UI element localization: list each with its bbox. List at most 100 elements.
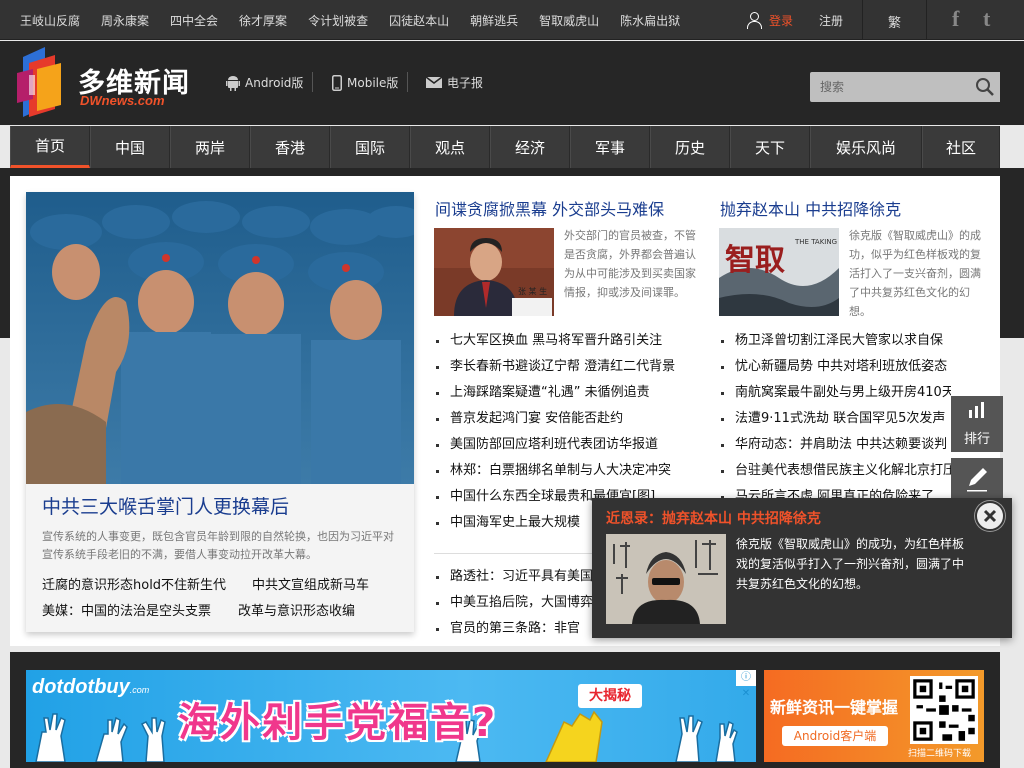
hot-topic-link[interactable]: 陈水扁出狱 xyxy=(620,12,680,29)
hot-topic-link[interactable]: 周永康案 xyxy=(101,12,149,29)
hero-related-link[interactable]: 中共文宣组成新马车 xyxy=(252,574,369,593)
hot-topic-link[interactable]: 徐才厚案 xyxy=(239,12,287,29)
list-item[interactable]: 美国防部回应塔利班代表团访华报道 xyxy=(434,432,698,458)
login-link[interactable]: 登录 xyxy=(769,12,793,29)
nav-item-china[interactable]: 中国 xyxy=(90,126,170,168)
list-item[interactable]: 南航窝案最牛副处与男上级开房410天 xyxy=(719,380,951,406)
ranking-label: 排行 xyxy=(963,432,990,447)
nav-item-home[interactable]: 首页 xyxy=(10,126,90,168)
list-item[interactable]: 上海踩踏案疑遭“礼遇” 未循例追责 xyxy=(434,380,698,406)
user-area: 登录 注册 xyxy=(745,0,843,40)
recommend-popup: 近恩录：抛弃赵本山 中共招降徐克 徐克版《智取威虎山》的成功，为红色样板戏的复活… xyxy=(592,498,1012,638)
hero-image[interactable] xyxy=(26,192,414,484)
facebook-icon[interactable]: f xyxy=(952,6,959,32)
qr-caption: 扫描二维码下载 xyxy=(908,749,972,759)
list-item[interactable]: 普京发起鸿门宴 安倍能否赴约 xyxy=(434,406,698,432)
list-item[interactable]: 中美互掐后院，大国博弈 xyxy=(434,590,594,616)
divider xyxy=(312,72,313,92)
list-item[interactable]: 李长春新书避谈辽宁帮 澄清红二代背景 xyxy=(434,354,698,380)
site-header: 多维新闻 DWnews.com Android版 Mobile版 电子报 xyxy=(0,41,1024,125)
list-item[interactable]: 路透社：习近平具有美国 xyxy=(434,564,594,590)
hero-related-link[interactable]: 美媒：中国的法治是空头支票 xyxy=(42,600,211,619)
ad-banner[interactable]: dotdotbuy.com 海外剁手党福音? 大揭秘 ⓘ ✕ xyxy=(26,670,756,762)
bar-chart-icon xyxy=(969,402,984,418)
app-download-ad[interactable]: 新鲜资讯一键掌握 Android客户端 扫描二维码下载 xyxy=(764,670,984,762)
app-ad-title: 新鲜资讯一键掌握 xyxy=(770,698,899,717)
logo-icon[interactable] xyxy=(15,47,63,119)
ad-brand-suffix: .com xyxy=(129,685,150,695)
mobile-version-label: Mobile版 xyxy=(347,76,399,90)
search-input[interactable] xyxy=(810,72,970,102)
comment-button[interactable] xyxy=(951,458,1003,498)
close-icon xyxy=(983,509,997,523)
epaper-link[interactable]: 电子报 xyxy=(426,74,483,91)
android-app-link[interactable]: Android版 xyxy=(226,74,303,91)
traditional-chinese-toggle[interactable]: 繁 xyxy=(888,12,901,31)
nav-item-hong-kong[interactable]: 香港 xyxy=(250,126,330,168)
ad-brand-name: dotdotbuy xyxy=(32,676,130,698)
search-icon xyxy=(976,78,994,96)
nav-item-economy[interactable]: 经济 xyxy=(490,126,570,168)
hot-topic-link[interactable]: 令计划被查 xyxy=(308,12,368,29)
svg-text:智取: 智取 xyxy=(725,243,785,278)
user-icon[interactable] xyxy=(745,11,763,29)
hero-headline[interactable]: 中共三大喉舌掌门人更换幕后 xyxy=(42,492,289,519)
col3-summary: 徐克版《智取威虎山》的成功，似乎为红色样板戏的复活打入了一支兴奋剂，圆满了中共复… xyxy=(849,229,981,318)
pencil-icon xyxy=(967,468,987,492)
hero-related-link[interactable]: 迁腐的意识形态hold不住新生代 xyxy=(42,574,226,593)
nav-item-community[interactable]: 社区 xyxy=(922,126,1000,168)
list-item[interactable]: 官员的第三条路：非官 xyxy=(434,616,594,642)
col3-headline[interactable]: 抛弃赵本山 中共招降徐克 xyxy=(720,196,901,220)
hero-story: 中共三大喉舌掌门人更换幕后 宣传系统的人事变更，既包含官员年龄到限的自然轮换，也… xyxy=(26,192,414,632)
list-item[interactable]: 法遭9·11式洗劫 联合国罕见5次发声 xyxy=(719,406,951,432)
hot-topic-link[interactable]: 四中全会 xyxy=(170,12,218,29)
top-bar: 王岐山反腐 周永康案 四中全会 徐才厚案 令计划被查 囚徒赵本山 朝鲜逃兵 智取… xyxy=(0,0,1024,40)
divider xyxy=(407,72,408,92)
hot-topic-link[interactable]: 智取威虎山 xyxy=(539,12,599,29)
list-item[interactable]: 华府动态：并肩助法 中共达赖要谈判 xyxy=(719,432,951,458)
hot-topic-link[interactable]: 朝鲜逃兵 xyxy=(470,12,518,29)
divider xyxy=(926,0,927,40)
search-box xyxy=(810,72,1000,102)
hot-topics-bar: 王岐山反腐 周永康案 四中全会 徐才厚案 令计划被查 囚徒赵本山 朝鲜逃兵 智取… xyxy=(20,0,701,40)
android-app-label: Android版 xyxy=(245,76,304,90)
nav-item-military[interactable]: 军事 xyxy=(570,126,650,168)
popup-summary: 徐克版《智取威虎山》的成功，为红色样板戏的复活似乎打入了一剂兴奋剂，圆满了中共复… xyxy=(736,537,965,591)
hot-topic-link[interactable]: 囚徒赵本山 xyxy=(389,12,449,29)
list-item[interactable]: 忧心新疆局势 中共对塔利班放低姿态 xyxy=(719,354,951,380)
hero-summary: 宣传系统的人事变更，既包含官员年龄到限的自然轮换，也因为习近平对宣传系统手段老旧… xyxy=(42,530,394,561)
nav-item-cross-strait[interactable]: 两岸 xyxy=(170,126,250,168)
nav-item-international[interactable]: 国际 xyxy=(330,126,410,168)
col2-news-list-secondary: 路透社：习近平具有美国 中美互掐后院，大国博弈 官员的第三条路：非官 xyxy=(434,564,594,642)
ad-slogan: 海外剁手党福音? xyxy=(178,700,498,746)
main-nav: 首页 中国 两岸 香港 国际 观点 经济 军事 历史 天下 娱乐风尚 社区 xyxy=(10,126,1000,168)
list-item[interactable]: 七大军区换血 黑马将军晋升路引关注 xyxy=(434,328,698,354)
nav-item-history[interactable]: 历史 xyxy=(650,126,730,168)
android-client-button[interactable]: Android客户端 xyxy=(782,726,888,746)
nav-item-world[interactable]: 天下 xyxy=(730,126,810,168)
twitter-icon[interactable]: t xyxy=(983,6,990,32)
popup-headline[interactable]: 近恩录：抛弃赵本山 中共招降徐克 xyxy=(606,508,821,528)
logo-domain[interactable]: DWnews.com xyxy=(80,93,165,108)
col2-thumbnail[interactable]: 张 某 生 xyxy=(434,228,554,316)
hot-topic-link[interactable]: 王岐山反腐 xyxy=(20,12,80,29)
hero-related-link[interactable]: 改革与意识形态收编 xyxy=(238,600,355,619)
ad-reveal-label[interactable]: 大揭秘 xyxy=(578,684,642,708)
nav-item-opinion[interactable]: 观点 xyxy=(410,126,490,168)
col2-summary: 外交部门的官员被查，不管是否贪腐，外界都会普遍认为从中可能涉及到买卖国家情报，抑… xyxy=(564,229,696,299)
list-item[interactable]: 台驻美代表想借民族主义化解北京打压 xyxy=(719,458,951,484)
col2-headline[interactable]: 间谍贪腐掀黑幕 外交部头马难保 xyxy=(435,196,664,220)
mobile-version-link[interactable]: Mobile版 xyxy=(332,74,398,91)
popup-thumbnail[interactable] xyxy=(606,534,726,624)
ad-close-icon[interactable]: ⓘ ✕ xyxy=(736,670,756,699)
divider xyxy=(862,0,863,40)
ranking-button[interactable]: 排行 xyxy=(951,396,1003,452)
col3-thumbnail[interactable]: 智取 THE TAKING xyxy=(719,228,839,316)
list-item[interactable]: 林郑：白票捆绑名单制与人大决定冲突 xyxy=(434,458,698,484)
mobile-phone-icon xyxy=(332,74,342,91)
register-link[interactable]: 注册 xyxy=(819,12,843,29)
list-item[interactable]: 杨卫泽曾切割江泽民大管家以求自保 xyxy=(719,328,951,354)
nav-item-entertainment[interactable]: 娱乐风尚 xyxy=(810,126,922,168)
close-button[interactable] xyxy=(975,501,1005,531)
search-button[interactable] xyxy=(970,72,1000,102)
